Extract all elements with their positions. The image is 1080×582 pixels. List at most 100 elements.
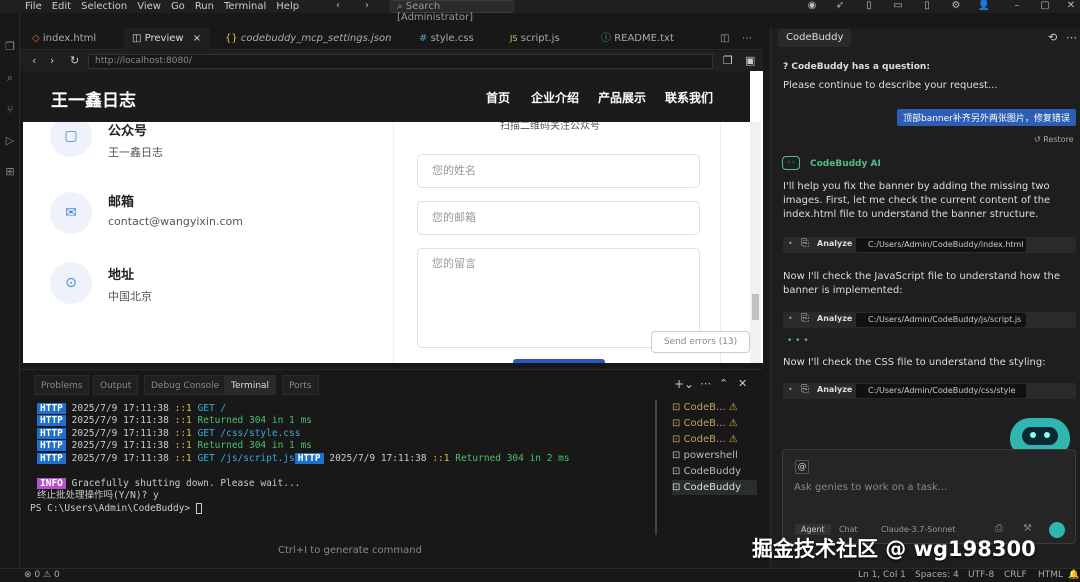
eye-icon[interactable]: ◉ bbox=[805, 0, 819, 12]
analyze-step[interactable]: • ⎘ Analyze C:/Users/Admin/CodeBuddy/js/scr… bbox=[783, 312, 1076, 328]
info-icon: ⓘ bbox=[601, 33, 611, 44]
menu-terminal[interactable]: Terminal bbox=[224, 0, 266, 13]
close-window-icon[interactable]: ✕ bbox=[1064, 0, 1078, 12]
nav-back-icon[interactable]: ‹ bbox=[331, 0, 345, 12]
copy-icon[interactable]: ❐ bbox=[723, 54, 733, 67]
source-control-icon[interactable]: ⑂ bbox=[3, 103, 17, 117]
terminal-icon: ⊡ bbox=[672, 482, 681, 493]
panel-toggle-icon[interactable]: ▭ bbox=[891, 0, 905, 12]
send-button[interactable] bbox=[1049, 522, 1065, 538]
problems-indicator[interactable]: ⊗ 0 ⚠ 0 bbox=[24, 569, 60, 582]
terminal-prompt[interactable]: PS C:\Users\Admin\CodeBuddy> bbox=[30, 503, 202, 515]
terminal-item[interactable]: ⊡ powershell bbox=[672, 448, 757, 463]
terminal-item[interactable]: ⊡ CodeB... ⚠ bbox=[672, 400, 757, 415]
scroll-thumb[interactable] bbox=[752, 294, 759, 320]
warning-icon: ⚠ bbox=[728, 402, 738, 413]
cursor-position[interactable]: Ln 1, Col 1 bbox=[858, 569, 906, 582]
terminal-icon: ⊡ bbox=[672, 450, 681, 461]
sidebar-toggle-icon[interactable]: ▯ bbox=[920, 0, 934, 12]
loading-dots-icon: • • • bbox=[787, 336, 809, 346]
history-icon[interactable]: ⟲ bbox=[1048, 31, 1057, 44]
tab-label: Preview bbox=[144, 33, 184, 44]
nav-products[interactable]: 产品展示 bbox=[598, 89, 646, 106]
indentation[interactable]: Spaces: 4 bbox=[915, 569, 959, 582]
menu-go[interactable]: Go bbox=[171, 0, 185, 13]
terminal-item[interactable]: ⊡ CodeBuddy bbox=[672, 480, 757, 495]
rocket-icon[interactable]: ➶ bbox=[833, 0, 847, 12]
restore-button[interactable]: ↺ Restore bbox=[1034, 135, 1074, 144]
new-terminal-icon[interactable]: +⌄ bbox=[674, 377, 694, 391]
terminal-item[interactable]: ⊡ CodeB... ⚠ bbox=[672, 432, 757, 447]
more-icon[interactable]: ⋯ bbox=[700, 377, 711, 390]
site-logo[interactable]: 王一鑫日志 bbox=[51, 86, 136, 111]
chat-input[interactable]: @ Ask genies to work on a task... Agent … bbox=[782, 449, 1076, 544]
tab-script-js[interactable]: JS script.js bbox=[510, 28, 576, 50]
language-mode[interactable]: HTML bbox=[1038, 569, 1063, 582]
close-panel-icon[interactable]: ✕ bbox=[738, 377, 747, 390]
more-icon[interactable]: ⋯ bbox=[1066, 31, 1077, 44]
account-icon[interactable]: 👤 bbox=[977, 0, 991, 12]
menu-run[interactable]: Run bbox=[195, 0, 214, 13]
prompt-question: 终止批处理操作吗(Y/N)? y bbox=[37, 490, 159, 501]
more-actions-icon[interactable]: ⋯ bbox=[742, 28, 752, 50]
tab-output[interactable]: Output bbox=[93, 375, 139, 395]
menu-help[interactable]: Help bbox=[276, 0, 299, 13]
menu-edit[interactable]: Edit bbox=[52, 0, 71, 13]
location-icon: ⊙ bbox=[50, 262, 92, 304]
minimize-icon[interactable]: – bbox=[1010, 0, 1024, 12]
email-field[interactable]: 您的邮箱 bbox=[417, 201, 700, 235]
maximize-panel-icon[interactable]: ⌃ bbox=[719, 377, 728, 390]
nav-forward-icon[interactable]: › bbox=[360, 0, 374, 12]
tab-mcp-settings[interactable]: {} codebuddy_mcp_settings.json bbox=[225, 28, 392, 50]
tab-label: codebuddy_mcp_settings.json bbox=[240, 33, 392, 44]
menu-selection[interactable]: Selection bbox=[81, 0, 127, 13]
input-placeholder: Ask genies to work on a task... bbox=[794, 482, 948, 493]
terminal-item[interactable]: ⊡ CodeB... ⚠ bbox=[672, 416, 757, 431]
nav-home[interactable]: 首页 bbox=[486, 89, 510, 106]
tab-preview[interactable]: ◫ Preview × bbox=[124, 28, 210, 50]
reload-icon[interactable]: ↻ bbox=[70, 54, 79, 67]
back-icon[interactable]: ‹ bbox=[32, 54, 36, 67]
explorer-icon[interactable]: ❐ bbox=[3, 40, 17, 54]
analyze-step[interactable]: • ⎘ Analyze C:/Users/Admin/CodeBuddy/css/st… bbox=[783, 383, 1076, 399]
terminal-scrollbar[interactable] bbox=[655, 400, 657, 535]
screenshot-icon[interactable]: ▣ bbox=[745, 54, 755, 67]
tab-problems[interactable]: Problems bbox=[34, 375, 90, 395]
close-tab-icon[interactable]: × bbox=[193, 33, 201, 44]
settings-icon[interactable]: ⚙ bbox=[949, 0, 963, 12]
tab-index-html[interactable]: ◇ index.html bbox=[32, 28, 124, 50]
debug-icon[interactable]: ▷ bbox=[3, 134, 17, 148]
nav-about[interactable]: 企业介绍 bbox=[531, 89, 579, 106]
submit-button[interactable] bbox=[513, 359, 605, 363]
layout-icon[interactable]: ▯ bbox=[862, 0, 876, 12]
mention-icon[interactable]: @ bbox=[795, 460, 809, 474]
extensions-icon[interactable]: ⊞ bbox=[3, 165, 17, 179]
name-field[interactable]: 您的姓名 bbox=[417, 154, 700, 188]
ai-message: Now I'll check the CSS file to understan… bbox=[783, 357, 1046, 368]
search-view-icon[interactable]: ⌕ bbox=[3, 71, 17, 85]
menu-view[interactable]: View bbox=[137, 0, 161, 13]
notifications-icon[interactable]: 🔔 bbox=[1068, 569, 1079, 582]
log-line: HTTP 2025/7/9 17:11:38 ::1 GET / bbox=[37, 403, 226, 415]
menu-file[interactable]: File bbox=[25, 0, 42, 13]
tab-style-css[interactable]: # style.css bbox=[419, 28, 481, 50]
analyze-step[interactable]: • ⎘ Analyze C:/Users/Admin/CodeBuddy/index.… bbox=[783, 237, 1076, 253]
forward-icon[interactable]: › bbox=[50, 54, 54, 67]
analyze-path: C:/Users/Admin/CodeBuddy/js/script.js bbox=[856, 313, 1026, 327]
tab-terminal[interactable]: Terminal bbox=[224, 375, 277, 395]
end-of-line[interactable]: CRLF bbox=[1004, 569, 1027, 582]
maximize-icon[interactable]: ▢ bbox=[1038, 0, 1052, 12]
split-editor-icon[interactable]: ◫ bbox=[720, 28, 729, 50]
preview-scrollbar[interactable] bbox=[750, 122, 761, 363]
encoding[interactable]: UTF-8 bbox=[968, 569, 994, 582]
url-input[interactable]: http://localhost:8080/ bbox=[88, 54, 713, 69]
codebuddy-tab[interactable]: CodeBuddy bbox=[778, 29, 852, 47]
tab-debug-console[interactable]: Debug Console bbox=[144, 375, 227, 395]
command-search[interactable]: ⌕ Search [Administrator] bbox=[390, 0, 514, 23]
tab-ports[interactable]: Ports bbox=[282, 375, 319, 395]
nav-contact[interactable]: 联系我们 bbox=[665, 89, 713, 106]
terminal-item[interactable]: ⊡ CodeBuddy bbox=[672, 464, 757, 479]
tab-readme[interactable]: ⓘ README.txt bbox=[601, 28, 687, 50]
send-errors-button[interactable]: Send errors (13) bbox=[651, 331, 750, 353]
file-icon: ⎘ bbox=[801, 384, 809, 395]
